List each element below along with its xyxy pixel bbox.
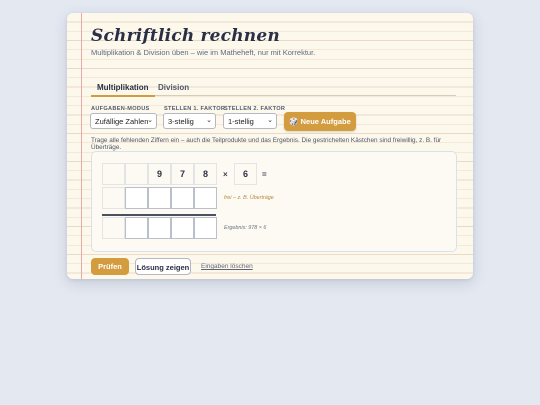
calculation-area: 9 7 8 × 6 = frei – z. B. Überträge Ergeb… xyxy=(91,151,457,252)
spacer-cell xyxy=(102,163,125,185)
factor1-label: STELLEN 1. FAKTOR xyxy=(164,106,226,112)
new-task-button[interactable]: 🎲 Neue Aufgabe xyxy=(284,112,356,131)
factor2-select[interactable]: 1-stellig ⌄ xyxy=(223,113,277,129)
carry-note: frei – z. B. Überträge xyxy=(224,195,274,201)
instruction-text: Trage alle fehlenden Ziffern ein – auch … xyxy=(91,137,442,151)
tab-bar: Multiplikation Division xyxy=(91,80,456,97)
equals-sign: = xyxy=(262,170,267,179)
mode-select[interactable]: Zufällige Zahlen ⌄ xyxy=(90,113,157,129)
factor2-cell: 6 xyxy=(234,163,257,185)
check-button[interactable]: Prüfen xyxy=(91,258,129,275)
factor2-label: STELLEN 2. FAKTOR xyxy=(224,106,286,112)
multiply-operator: × xyxy=(223,170,228,179)
carry-cell xyxy=(102,187,125,209)
chevron-down-icon: ⌄ xyxy=(147,117,153,124)
page-subtitle: Multiplikation & Division üben – wie im … xyxy=(91,48,316,57)
exercise-card: Schriftlich rechnen Multiplikation & Div… xyxy=(67,13,473,279)
show-solution-button[interactable]: Lösung zeigen xyxy=(135,258,191,275)
digit-cell: 9 xyxy=(148,163,171,185)
page-title: Schriftlich rechnen xyxy=(91,26,280,46)
notebook-margin-line xyxy=(81,13,82,279)
result-input[interactable] xyxy=(194,217,217,239)
mode-select-value: Zufällige Zahlen xyxy=(95,117,149,126)
result-cell xyxy=(102,217,125,239)
mode-label: AUFGABEN-MODUS xyxy=(91,106,150,112)
factor2-select-value: 1-stellig xyxy=(228,117,254,126)
spacer-cell xyxy=(125,163,148,185)
chevron-down-icon: ⌄ xyxy=(206,117,212,124)
tab-division[interactable]: Division xyxy=(158,83,189,92)
tab-multiplication[interactable]: Multiplikation xyxy=(91,83,155,97)
factor1-select-value: 3-stellig xyxy=(168,117,194,126)
result-note: Ergebnis: 978 × 6 xyxy=(224,225,267,231)
digit-cell: 8 xyxy=(194,163,217,185)
clear-inputs-link[interactable]: Eingaben löschen xyxy=(201,263,253,270)
result-input[interactable] xyxy=(125,217,148,239)
result-input[interactable] xyxy=(171,217,194,239)
result-rule xyxy=(102,214,216,216)
digit-cell: 7 xyxy=(171,163,194,185)
carry-input[interactable] xyxy=(194,187,217,209)
carry-input[interactable] xyxy=(125,187,148,209)
carry-input[interactable] xyxy=(171,187,194,209)
result-input[interactable] xyxy=(148,217,171,239)
factor1-select[interactable]: 3-stellig ⌄ xyxy=(163,113,216,129)
carry-input[interactable] xyxy=(148,187,171,209)
chevron-down-icon: ⌄ xyxy=(267,117,273,124)
